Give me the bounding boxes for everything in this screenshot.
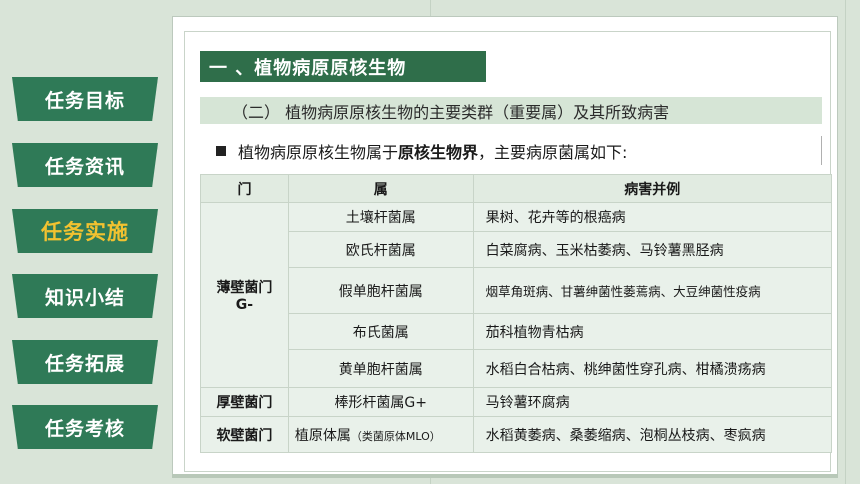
genus-cell: 土壤杆菌属 <box>287 202 474 232</box>
disease-cell: 水稻白合枯病、桃绅菌性穿孔病、柑橘溃疡病 <box>472 349 833 388</box>
genus-table: 门 属 病害并例 薄壁菌门 G- 土壤杆菌属 果树、花卉等的根癌病 欧氏杆菌属 … <box>200 174 833 453</box>
table-row: 薄壁菌门 G- 土壤杆菌属 果树、花卉等的根癌病 <box>200 202 833 388</box>
disease-cell: 马铃薯环腐病 <box>472 387 833 417</box>
table-row: 厚壁菌门 棒形杆菌属G+ 马铃薯环腐病 <box>200 387 833 417</box>
table-row: 布氏菌属 茄科植物青枯病 <box>201 313 833 350</box>
genus-cell: 假单胞杆菌属 <box>287 267 474 314</box>
intro-bold: 原核生物界 <box>398 142 479 162</box>
phylum-name: 薄壁菌门 <box>216 280 273 296</box>
phylum-gram: G- <box>235 297 254 313</box>
header-phylum: 门 <box>200 174 289 203</box>
intro-text: 植物病原原核生物属于 原核生物界 ，主要病原菌属如下: <box>200 136 822 165</box>
table-header-row: 门 属 病害并例 <box>200 174 833 203</box>
header-genus: 属 <box>287 174 474 203</box>
disease-cell: 茄科植物青枯病 <box>472 313 833 350</box>
table-row: 假单胞杆菌属 烟草角斑病、甘薯绅菌性萎蔫病、大豆绅菌性疫病 <box>201 267 833 314</box>
genus-cell: 黄单胞杆菌属 <box>287 349 474 388</box>
table-row: 黄单胞杆菌属 水稻白合枯病、桃绅菌性穿孔病、柑橘溃疡病 <box>201 349 833 388</box>
disease-cell: 烟草角斑病、甘薯绅菌性萎蔫病、大豆绅菌性疫病 <box>472 267 833 314</box>
sidebar-item-implementation[interactable]: 任务实施 <box>12 209 158 253</box>
disease-cell: 果树、花卉等的根癌病 <box>472 202 833 232</box>
disease-cell: 白菜腐病、玉米枯萎病、马铃薯黑胫病 <box>472 231 833 268</box>
sidebar-item-assessment[interactable]: 任务考核 <box>12 405 158 449</box>
genus-note: （类菌原体MLO） <box>350 429 441 443</box>
sidebar-item-extension[interactable]: 任务拓展 <box>12 340 158 384</box>
bullet-square-icon <box>216 145 226 156</box>
sidebar-item-goals[interactable]: 任务目标 <box>12 77 158 121</box>
subsection-title: （二） 植物病原原核生物的主要类群（重要属）及其所致病害 <box>200 97 822 124</box>
intro-after: ，主要病原菌属如下: <box>478 142 628 162</box>
genus-cell: 植原体属（类菌原体MLO） <box>287 416 474 453</box>
genus-cell: 欧氏杆菌属 <box>287 231 474 268</box>
phylum-cell: 薄壁菌门 G- <box>200 202 289 388</box>
sidebar-item-summary[interactable]: 知识小结 <box>12 274 158 318</box>
table-row: 欧氏杆菌属 白菜腐病、玉米枯萎病、马铃薯黑胫病 <box>201 231 833 268</box>
phylum-cell: 厚壁菌门 <box>200 387 289 417</box>
phylum-cell: 软壁菌门 <box>200 416 289 453</box>
disease-cell: 水稻黄萎病、桑萎缩病、泡桐丛枝病、枣疯病 <box>472 416 833 453</box>
sidebar-item-info[interactable]: 任务资讯 <box>12 143 158 187</box>
header-diseases: 病害并例 <box>472 174 833 203</box>
table-row: 软壁菌门 植原体属（类菌原体MLO） 水稻黄萎病、桑萎缩病、泡桐丛枝病、枣疯病 <box>200 416 833 453</box>
genus-name: 植原体属 <box>294 427 351 444</box>
genus-cell: 布氏菌属 <box>287 313 474 350</box>
genus-cell: 棒形杆菌属G+ <box>287 387 474 417</box>
footer-bar <box>172 474 838 478</box>
intro-before: 植物病原原核生物属于 <box>238 142 399 162</box>
section-title: 一 、植物病原原核生物 <box>200 51 486 82</box>
